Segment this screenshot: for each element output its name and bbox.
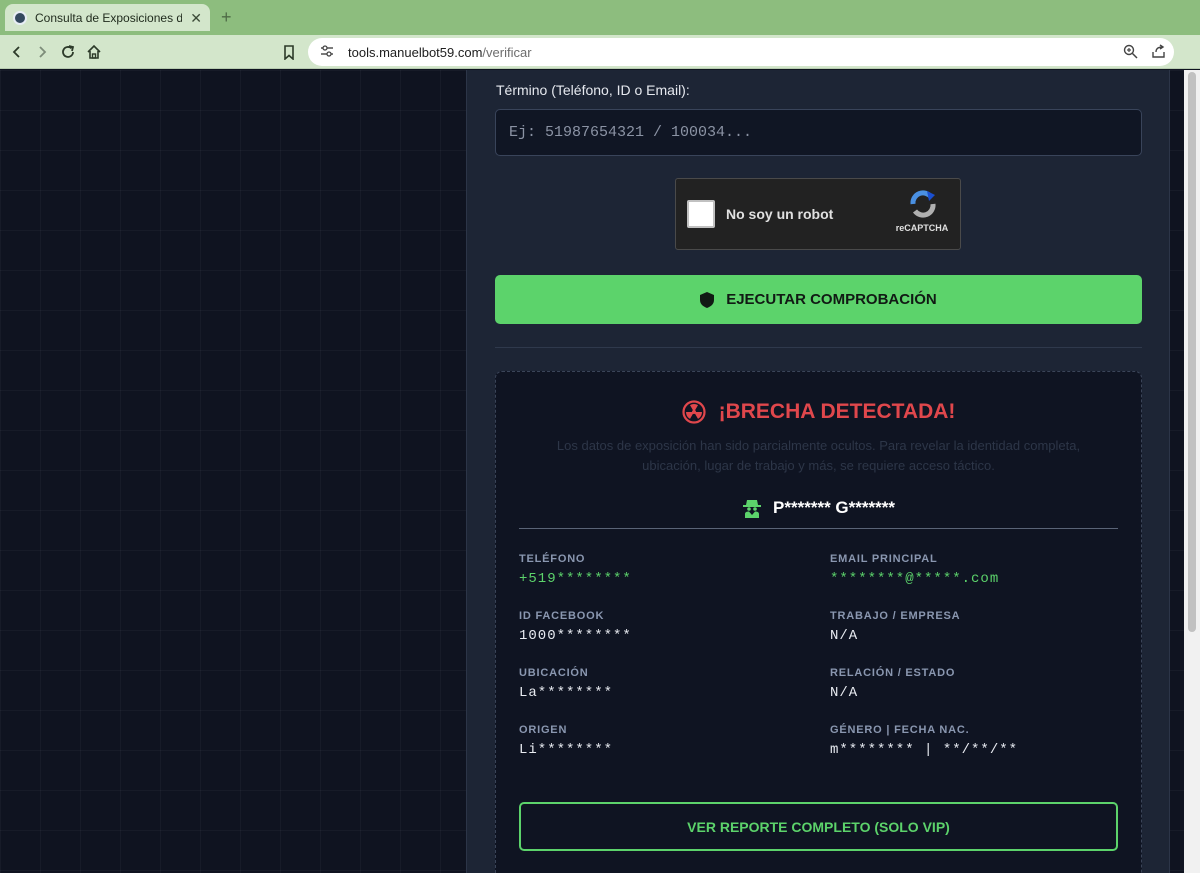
captcha-brand: reCAPTCHA [895,223,949,233]
field-relacion: RELACIÓN / ESTADO N/A [830,667,955,701]
user-secret-icon [743,500,762,518]
field-value: La******** [519,685,614,701]
field-value: ********@*****.com [830,571,1000,587]
field-ubicacion: UBICACIÓN La******** [519,667,613,701]
breach-result-card: ¡BRECHA DETECTADA! Los datos de exposici… [495,371,1142,873]
zoom-icon[interactable] [1123,44,1138,63]
tab-title: Consulta de Exposiciones de dat [35,10,183,25]
field-value: N/A [830,628,859,644]
page-scrollbar[interactable] [1184,70,1200,873]
browser-tab[interactable]: Consulta de Exposiciones de dat ✕ [5,4,210,31]
field-label: ID FACEBOOK [519,610,605,622]
run-check-label: EJECUTAR COMPROBACIÓN [726,291,937,308]
field-value: Li******** [519,742,614,758]
field-label: TELÉFONO [519,553,586,565]
term-label: Término (Teléfono, ID o Email): [496,82,690,98]
run-check-button[interactable]: EJECUTAR COMPROBACIÓN [495,275,1142,324]
breach-heading: ¡BRECHA DETECTADA! [496,400,1141,424]
field-value: 1000******** [519,628,632,644]
captcha-label: No soy un robot [726,206,834,222]
back-icon[interactable] [6,41,28,63]
field-value: +519******** [519,571,632,587]
share-icon[interactable] [1151,44,1166,63]
vip-report-button[interactable]: VER REPORTE COMPLETO (SOLO VIP) [519,802,1118,851]
breach-title: ¡BRECHA DETECTADA! [718,400,956,423]
verify-panel: Término (Teléfono, ID o Email): No soy u… [466,70,1170,873]
field-label: ORIGEN [519,724,568,736]
bookmark-icon[interactable] [278,41,300,63]
url-path: /verificar [482,44,532,60]
field-email: EMAIL PRINCIPAL ********@*****.com [830,553,999,587]
recaptcha-logo-icon [905,187,941,221]
field-facebook-id: ID FACEBOOK 1000******** [519,610,632,644]
field-genero-fecha: GÉNERO | FECHA NAC. m******** | **/**/** [830,724,1018,758]
captcha-checkbox[interactable] [687,200,715,228]
field-telefono: TELÉFONO +519******** [519,553,632,587]
field-value: m******** | **/**/** [830,742,1019,758]
scrollbar-thumb[interactable] [1188,72,1196,632]
new-tab-button[interactable]: + [221,7,232,28]
page-background: Término (Teléfono, ID o Email): No soy u… [0,70,1200,873]
forward-icon[interactable] [31,41,53,63]
recaptcha-widget: No soy un robot reCAPTCHA [675,178,961,250]
card-divider [519,528,1118,529]
field-origen: ORIGEN Li******** [519,724,613,758]
url-host: tools.manuelbot59.com [348,44,483,60]
term-input[interactable] [495,109,1142,156]
browser-toolbar: tools.manuelbot59.com/verificar [0,35,1200,95]
reload-icon[interactable] [57,41,79,63]
radiation-icon [681,400,706,424]
target-name: P******* G******* [773,498,895,517]
home-icon[interactable] [83,41,105,63]
tab-close-icon[interactable]: ✕ [190,11,202,25]
field-trabajo: TRABAJO / EMPRESA N/A [830,610,960,644]
field-label: UBICACIÓN [519,667,589,679]
url-text: tools.manuelbot59.com/verificar [348,45,532,60]
field-label: EMAIL PRINCIPAL [830,553,938,565]
breach-message: Los datos de exposición han sido parcial… [556,438,1081,473]
site-settings-icon[interactable] [320,44,336,60]
target-identity: P******* G******* [496,498,1141,518]
favicon-icon [13,10,27,25]
field-label: TRABAJO / EMPRESA [830,610,961,622]
shield-icon [700,291,715,308]
tab-bar: Consulta de Exposiciones de dat ✕ + [0,0,1200,35]
section-divider [495,347,1142,348]
address-bar[interactable]: tools.manuelbot59.com/verificar [308,38,1174,66]
field-label: GÉNERO | FECHA NAC. [830,724,970,736]
field-label: RELACIÓN / ESTADO [830,667,956,679]
field-value: N/A [830,685,859,701]
